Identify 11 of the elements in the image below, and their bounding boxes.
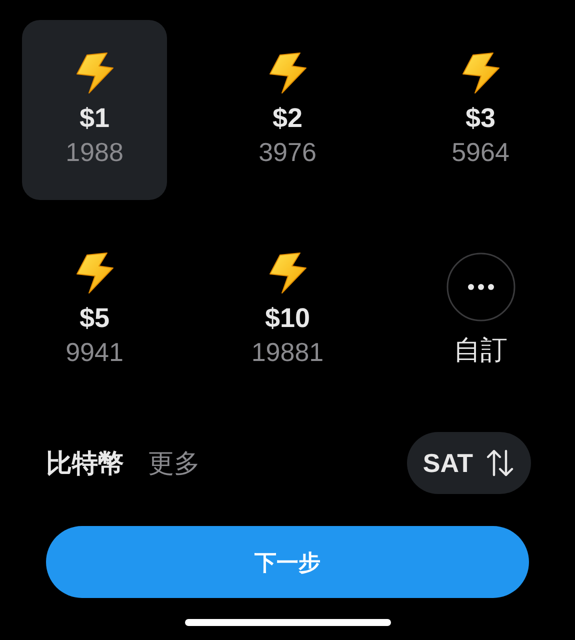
amount-option[interactable]: $10 19881 — [215, 220, 360, 400]
amount-option[interactable]: $1 1988 — [22, 20, 167, 200]
amount-option[interactable]: $3 5964 — [408, 20, 553, 200]
custom-option[interactable]: 自訂 — [408, 220, 553, 400]
more-link[interactable]: 更多 — [148, 444, 200, 482]
amount-option[interactable]: $5 9941 — [22, 220, 167, 400]
swap-icon — [485, 448, 515, 478]
unit-toggle-button[interactable]: SAT — [406, 432, 531, 494]
amount-option[interactable]: $2 3976 — [215, 20, 360, 200]
more-icon — [446, 252, 516, 322]
currency-label: 比特幣 — [46, 446, 124, 480]
